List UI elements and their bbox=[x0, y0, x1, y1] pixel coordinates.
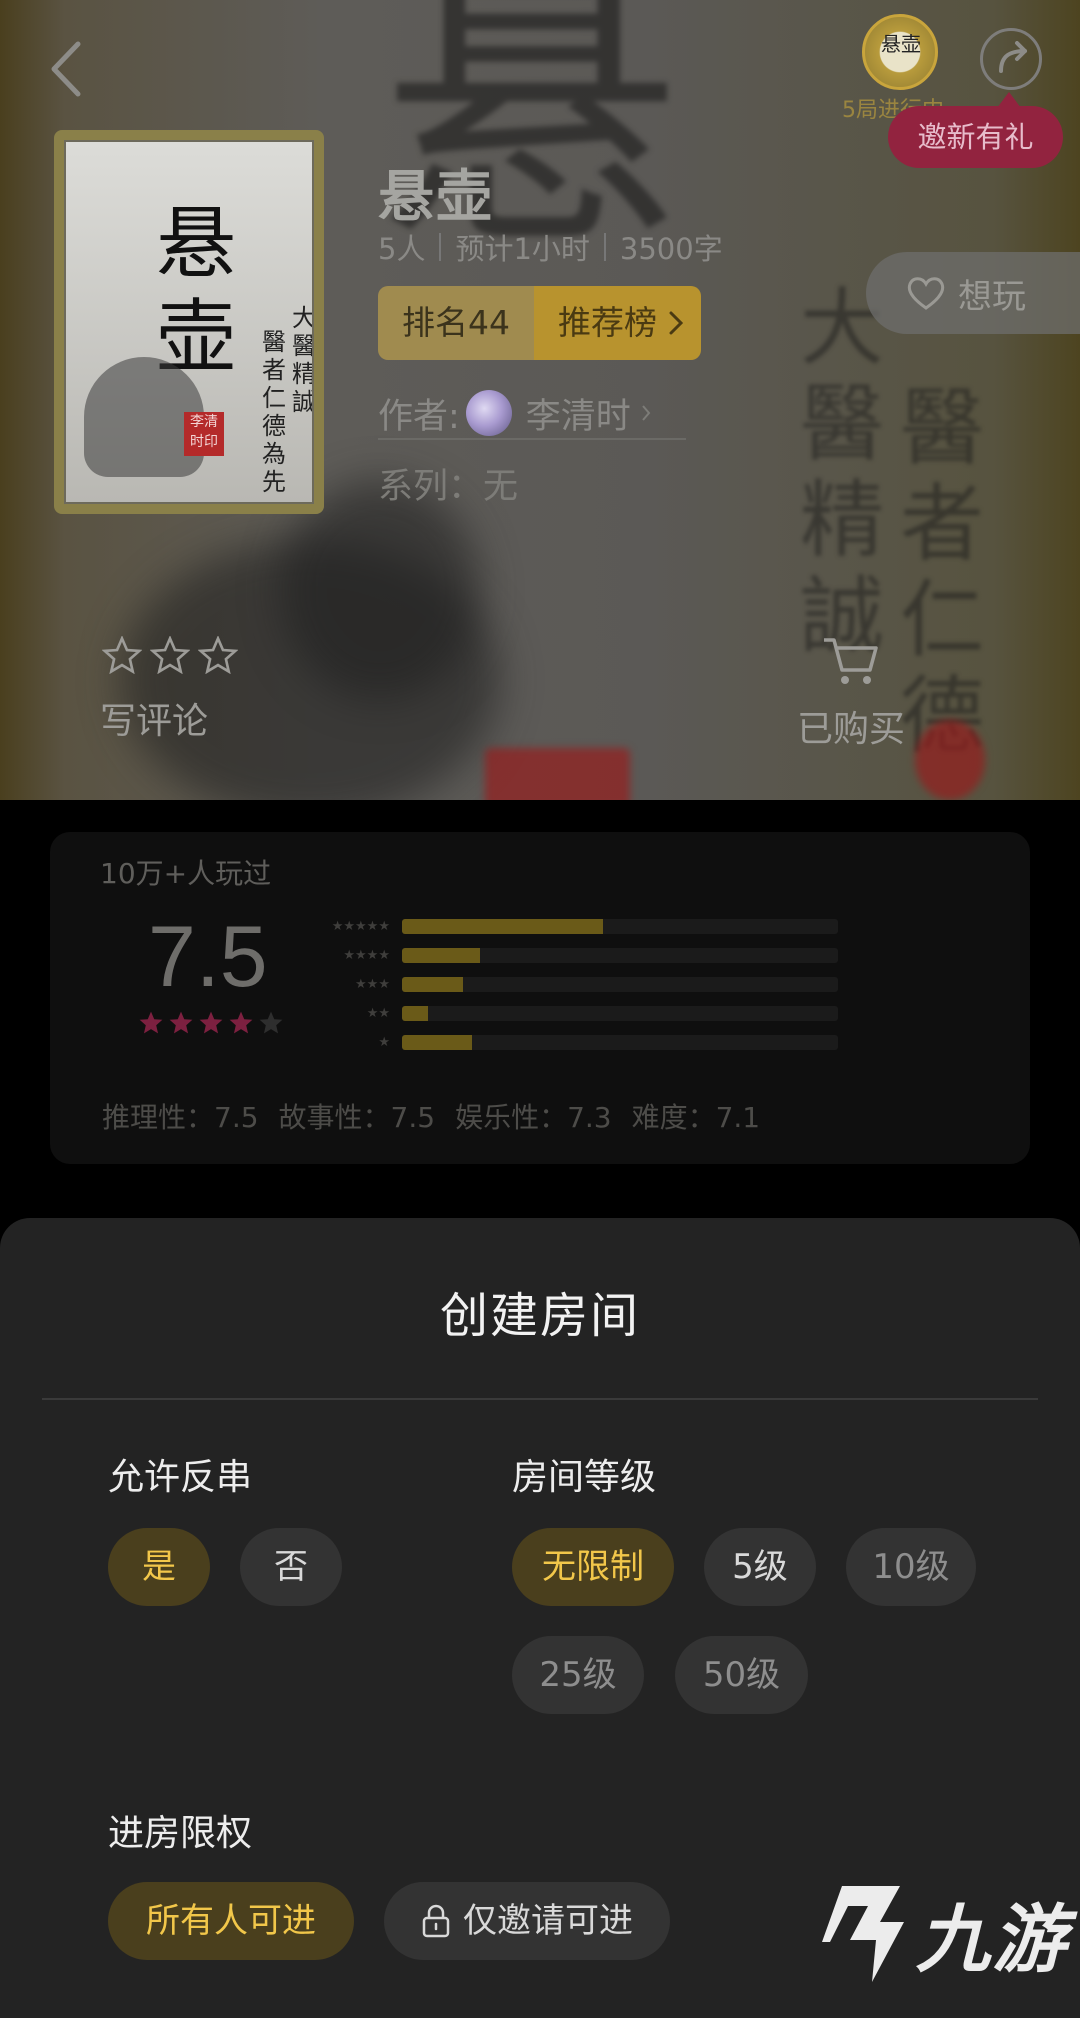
game-hero: 悬 大醫精誠 醫者仁德 悬壶 5局进行中 邀新有礼 悬壶 大醫精誠 醫者仁德為先… bbox=[0, 0, 1080, 800]
author-name: 李清时 bbox=[525, 396, 631, 437]
star-filled-icon bbox=[199, 1011, 223, 1034]
divider bbox=[603, 233, 606, 261]
game-meta: 5人 预计1小时 3500字 bbox=[378, 226, 723, 268]
player-count: 5人 bbox=[378, 232, 426, 266]
chevron-right-icon bbox=[642, 405, 651, 421]
average-score: 7.5 bbox=[148, 909, 268, 1005]
distribution-star-count: ★★★★ bbox=[343, 948, 390, 963]
sub-score: 难度：7.1 bbox=[631, 1101, 761, 1134]
distribution-row: ★★ bbox=[290, 999, 890, 1028]
author-avatar bbox=[465, 390, 512, 436]
game-title: 悬壶 bbox=[378, 165, 494, 230]
sheet-title: 创建房间 bbox=[439, 1288, 640, 1344]
distribution-track bbox=[402, 977, 838, 992]
room-level-label: 房间等级 bbox=[512, 1457, 657, 1498]
room-level-unlimited-chip[interactable]: 无限制 bbox=[512, 1528, 674, 1606]
star-filled-icon bbox=[229, 1011, 253, 1034]
entry-invite-only-label: 仅邀请可进 bbox=[463, 1901, 633, 1941]
duration: 预计1小时 bbox=[455, 232, 590, 266]
divider bbox=[42, 1398, 1038, 1400]
series-info: 系列：无 bbox=[378, 467, 519, 507]
allow-counter-yes-chip[interactable]: 是 bbox=[108, 1528, 210, 1606]
score-stars bbox=[138, 1010, 284, 1035]
star-icon bbox=[198, 636, 238, 674]
distribution-star-count: ★ bbox=[378, 1035, 390, 1050]
want-to-play-label: 想玩 bbox=[958, 276, 1026, 317]
star-empty-icon bbox=[259, 1011, 283, 1034]
allow-counter-no-chip[interactable]: 否 bbox=[240, 1528, 342, 1606]
room-level-10-chip[interactable]: 10级 bbox=[846, 1528, 976, 1606]
allow-counter-label: 允许反串 bbox=[108, 1457, 253, 1498]
review-stars bbox=[102, 636, 240, 674]
heart-icon bbox=[907, 277, 945, 310]
room-level-5-chip[interactable]: 5级 bbox=[704, 1528, 816, 1606]
distribution-row: ★★★★ bbox=[290, 941, 890, 970]
nine-game-logo-icon bbox=[822, 1885, 904, 1982]
star-filled-icon bbox=[139, 1011, 163, 1034]
cart-icon bbox=[824, 638, 878, 684]
invite-badge[interactable]: 邀新有礼 bbox=[888, 92, 1063, 168]
want-to-play-button[interactable]: 想玩 bbox=[866, 252, 1080, 334]
distribution-row: ★ bbox=[290, 1028, 890, 1057]
share-icon bbox=[999, 41, 1027, 73]
purchased-label: 已购买 bbox=[796, 709, 905, 750]
distribution-track bbox=[402, 1006, 838, 1021]
distribution-track bbox=[402, 919, 838, 934]
played-count: 10万+人玩过 bbox=[100, 857, 272, 890]
sub-score: 故事性：7.5 bbox=[278, 1101, 436, 1134]
entry-permission-label: 进房限权 bbox=[108, 1813, 253, 1854]
game-cover: 悬壶 大醫精誠 醫者仁德為先 李清时印 bbox=[54, 130, 324, 514]
lock-icon bbox=[422, 1904, 450, 1938]
distribution-star-count: ★★ bbox=[366, 1006, 390, 1021]
room-level-50-chip[interactable]: 50级 bbox=[675, 1636, 808, 1714]
watermark-text: 九游 bbox=[916, 1897, 1068, 1983]
background-artwork bbox=[915, 720, 985, 800]
purchased-status[interactable]: 已购买 bbox=[786, 636, 916, 752]
author-label: 作者: bbox=[378, 396, 460, 437]
star-filled-icon bbox=[169, 1011, 193, 1034]
distribution-track bbox=[402, 1035, 838, 1050]
distribution-track bbox=[402, 948, 838, 963]
sub-scores: 推理性：7.5 故事性：7.5 娱乐性：7.3 难度：7.1 bbox=[102, 1096, 760, 1136]
distribution-star-count: ★★★ bbox=[355, 977, 390, 992]
rating-distribution: ★★★★★ ★★★★ ★★★ ★★ ★ bbox=[290, 912, 890, 1057]
rank-pill[interactable]: 排名44 推荐榜 bbox=[378, 286, 701, 360]
share-button[interactable] bbox=[980, 28, 1042, 90]
chevron-right-icon bbox=[669, 311, 683, 335]
author-link[interactable]: 作者: 李清时 bbox=[378, 388, 686, 440]
active-game-avatar[interactable]: 悬壶 bbox=[862, 14, 938, 90]
entry-everyone-chip[interactable]: 所有人可进 bbox=[108, 1882, 354, 1960]
distribution-bar bbox=[402, 919, 603, 934]
word-count: 3500字 bbox=[619, 232, 723, 266]
sub-score: 推理性：7.5 bbox=[102, 1101, 259, 1134]
distribution-bar bbox=[402, 948, 481, 963]
back-button[interactable] bbox=[44, 36, 94, 102]
write-review-label: 写评论 bbox=[100, 701, 209, 742]
cover-title: 悬壶 bbox=[156, 197, 236, 384]
distribution-bar bbox=[402, 977, 464, 992]
write-review-button[interactable]: 写评论 bbox=[100, 636, 240, 744]
star-icon bbox=[102, 636, 142, 674]
avatar-glyph: 悬壶 bbox=[881, 32, 921, 56]
distribution-row: ★★★ bbox=[290, 970, 890, 999]
entry-invite-only-chip[interactable]: 仅邀请可进 bbox=[384, 1882, 670, 1960]
cover-subtitle: 醫者仁德為先 bbox=[262, 328, 286, 496]
watermark: 九游 bbox=[820, 1880, 1068, 1987]
background-artwork bbox=[485, 748, 630, 800]
star-icon bbox=[150, 636, 190, 674]
chevron-left-icon bbox=[51, 41, 81, 97]
room-level-25-chip[interactable]: 25级 bbox=[512, 1636, 644, 1714]
distribution-star-count: ★★★★★ bbox=[331, 919, 390, 934]
distribution-bar bbox=[402, 1006, 429, 1021]
recommend-list-link[interactable]: 推荐榜 bbox=[534, 286, 701, 360]
divider bbox=[439, 233, 442, 261]
distribution-row: ★★★★★ bbox=[290, 912, 890, 941]
sub-score: 娱乐性：7.3 bbox=[455, 1101, 612, 1134]
rating-card: 10万+人玩过 7.5 ★★★★★ ★★★★ ★★★ ★★ ★ 推理性：7.5 故事性：… bbox=[50, 832, 1030, 1164]
rank-label: 排名44 bbox=[378, 286, 534, 360]
distribution-bar bbox=[402, 1035, 472, 1050]
cover-seal: 李清时印 bbox=[184, 412, 224, 456]
recommend-list-label: 推荐榜 bbox=[558, 303, 657, 342]
background-artwork: 大醫精誠 bbox=[800, 279, 885, 665]
